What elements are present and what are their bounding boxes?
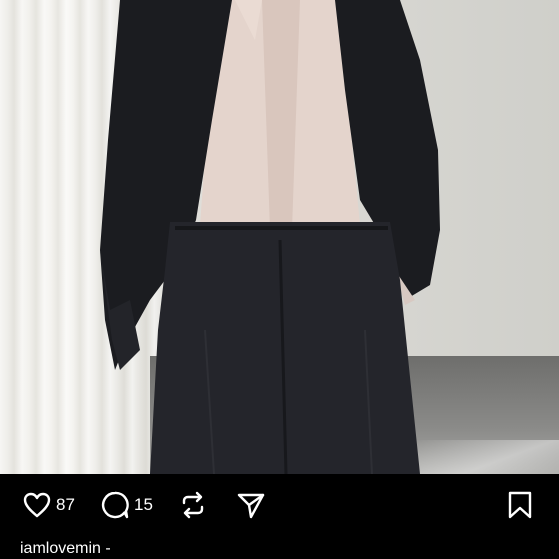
- send-icon: [237, 493, 265, 519]
- like-button[interactable]: 87: [22, 490, 75, 520]
- post-caption: iamlovemin -: [20, 540, 111, 558]
- repost-icon: [182, 491, 204, 519]
- bookmark-icon: [508, 491, 532, 519]
- share-button[interactable]: [236, 490, 266, 520]
- post-action-bar: 87 15: [0, 474, 559, 536]
- save-button[interactable]: [506, 490, 534, 520]
- repost-button[interactable]: [178, 490, 208, 520]
- comment-button[interactable]: 15: [100, 490, 153, 520]
- caption-username[interactable]: iamlovemin: [20, 540, 101, 557]
- heart-icon: [23, 492, 51, 518]
- comment-bubble-icon: [101, 491, 129, 519]
- comment-count: 15: [134, 495, 153, 514]
- like-count: 87: [56, 495, 75, 514]
- caption-text: -: [100, 540, 111, 557]
- outfit-illustration: [100, 0, 440, 474]
- post-photo[interactable]: [0, 0, 559, 474]
